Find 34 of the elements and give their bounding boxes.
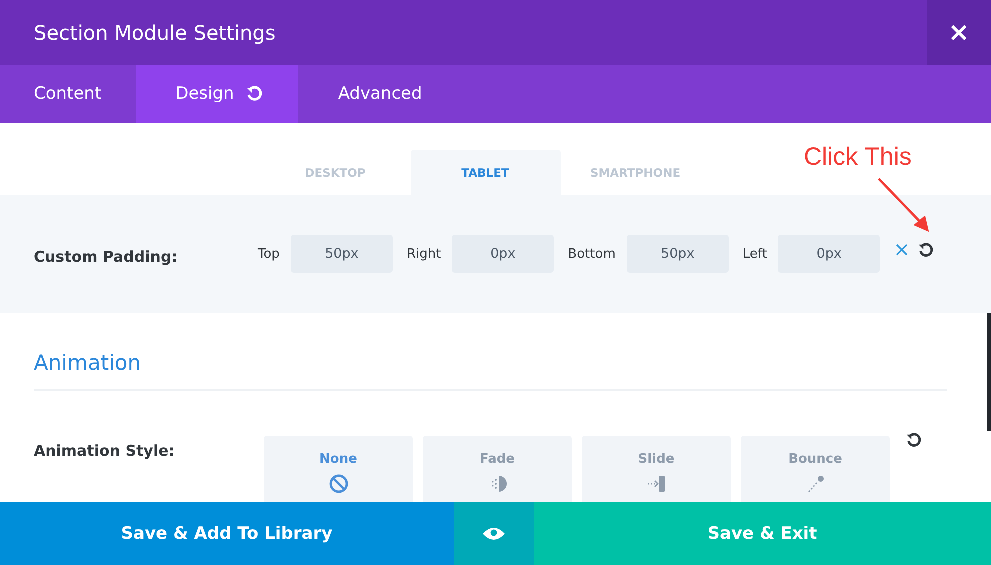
animation-style-label: Animation Style: xyxy=(34,442,176,462)
bounce-icon xyxy=(806,474,826,494)
animation-option[interactable]: Bounce xyxy=(741,436,890,502)
field-label: Bottom xyxy=(568,246,616,262)
preview-button[interactable] xyxy=(454,502,534,565)
input-field[interactable]: 50px xyxy=(626,235,729,273)
field-label: Right xyxy=(406,246,442,262)
scrollbar[interactable] xyxy=(987,313,991,431)
prohibited-icon xyxy=(328,474,348,494)
reset-icon[interactable] xyxy=(918,242,934,258)
reset-icon[interactable] xyxy=(906,433,921,448)
close-icon[interactable] xyxy=(896,244,908,256)
save-exit-button[interactable]: Save & Exit xyxy=(534,502,991,565)
section-heading: Animation xyxy=(34,351,947,391)
window-title: Section Module Settings xyxy=(33,20,277,44)
eye-icon xyxy=(482,526,506,542)
tab[interactable]: Content xyxy=(0,65,136,123)
save-library-button[interactable]: Save & Add To Library xyxy=(0,502,454,565)
slide-icon xyxy=(646,474,666,494)
tab[interactable]: Advanced xyxy=(298,65,456,123)
animation-option[interactable]: Fade xyxy=(423,436,572,502)
close-button[interactable]: × xyxy=(927,0,991,65)
input-field[interactable]: 50px xyxy=(290,235,393,273)
animation-option[interactable]: Slide xyxy=(582,436,731,502)
input-field[interactable]: 0px xyxy=(778,235,880,273)
reset-icon[interactable] xyxy=(246,86,262,102)
device-tab[interactable]: TABLET xyxy=(410,150,560,195)
tab[interactable]: Design xyxy=(136,65,298,123)
annotation-text: Click This xyxy=(804,143,912,172)
input-field[interactable]: 0px xyxy=(452,235,554,273)
animation-option[interactable]: None xyxy=(264,436,413,502)
custom-padding-label: Custom Padding: xyxy=(34,248,179,266)
field-label: Left xyxy=(742,246,768,262)
field-label: Top xyxy=(258,246,280,262)
